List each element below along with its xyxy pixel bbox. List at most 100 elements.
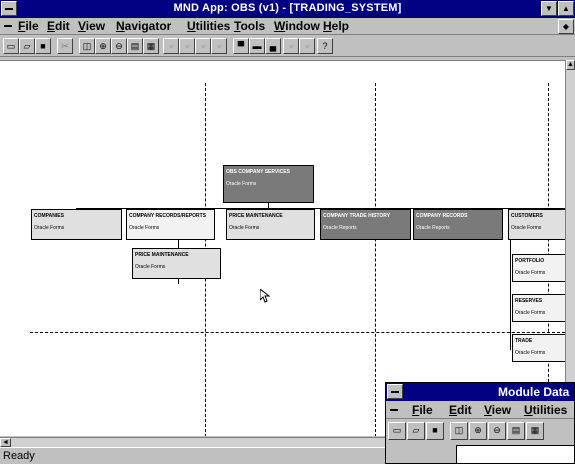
- menu-tools[interactable]: Tools: [234, 19, 265, 33]
- diagram-node[interactable]: PRICE MAINTENANCE Oracle Forms: [226, 209, 315, 240]
- zoom-icon[interactable]: ◫: [450, 422, 468, 440]
- module-menu-bar: File Edit View Utilities: [386, 401, 574, 419]
- module-menu-view[interactable]: View: [484, 403, 511, 417]
- scroll-up-arrow-icon[interactable]: ▲: [566, 60, 575, 70]
- zoom-out-icon[interactable]: ⊖: [488, 422, 506, 440]
- module-window-title-bar[interactable]: Module Data: [386, 383, 574, 401]
- help-icon[interactable]: ?: [317, 38, 333, 54]
- tool-f-icon[interactable]: ▫: [299, 38, 315, 54]
- diagram-node[interactable]: RESERVES Oracle Forms: [512, 294, 565, 322]
- align-top-icon[interactable]: ▀: [233, 38, 249, 54]
- menu-help[interactable]: Help: [323, 19, 349, 33]
- diagram-node[interactable]: COMPANY RECORDS Oracle Reports: [413, 209, 503, 240]
- maximize-button[interactable]: ▲: [558, 1, 574, 16]
- diagram-node[interactable]: CUSTOMERS Oracle Forms: [508, 209, 565, 240]
- tool-c-icon[interactable]: ▫: [195, 38, 211, 54]
- module-system-menu-button[interactable]: [387, 384, 403, 399]
- connector: [178, 240, 179, 248]
- module-data-window[interactable]: Module Data File Edit View Utilities ▭ ▱…: [385, 382, 575, 464]
- node-subtitle: Oracle Forms: [226, 181, 257, 187]
- node-title: PORTFOLIO: [515, 258, 545, 264]
- connector: [178, 279, 179, 284]
- menu-window[interactable]: Window: [274, 19, 320, 33]
- menu-navigator[interactable]: Navigator: [116, 19, 171, 33]
- node-title: CUSTOMERS: [511, 213, 543, 219]
- module-menu-edit[interactable]: Edit: [449, 403, 472, 417]
- node-subtitle: Oracle Forms: [135, 264, 166, 270]
- menu-bar: File Edit View Navigator Utilities Tools…: [0, 18, 575, 35]
- cut-icon[interactable]: ✂: [57, 38, 73, 54]
- document-menu-icon[interactable]: [2, 20, 14, 32]
- page-break-vertical: [375, 83, 376, 436]
- module-window-title: Module Data: [498, 385, 570, 399]
- node-title: COMPANY RECORDS/REPORTS: [129, 213, 207, 219]
- node-subtitle: Oracle Reports: [416, 225, 450, 231]
- node-title: COMPANY TRADE HISTORY: [323, 213, 391, 219]
- page-break-horizontal: [30, 332, 565, 333]
- module-toolbar: ▭ ▱ ■ ◫ ⊕ ⊖ ▤ ▦: [386, 419, 574, 441]
- menu-utilities[interactable]: Utilities: [187, 19, 230, 33]
- tool-e-icon[interactable]: ▫: [283, 38, 299, 54]
- module-menu-utilities[interactable]: Utilities: [524, 403, 567, 417]
- diagram-node[interactable]: TRADE Oracle Forms: [512, 334, 565, 362]
- connector: [510, 240, 511, 350]
- open-icon[interactable]: ▱: [407, 422, 425, 440]
- node-title: PRICE MAINTENANCE: [229, 213, 283, 219]
- node-title: TRADE: [515, 338, 533, 344]
- align-bottom-icon[interactable]: ▄: [265, 38, 281, 54]
- scroll-left-arrow-icon[interactable]: ◄: [0, 438, 11, 447]
- grid-icon[interactable]: ▦: [143, 38, 159, 54]
- menu-file[interactable]: File: [18, 19, 39, 33]
- diagram-node[interactable]: PRICE MAINTENANCE Oracle Forms: [132, 248, 221, 279]
- node-subtitle: Oracle Forms: [511, 225, 542, 231]
- diagram-canvas[interactable]: OBS COMPANY SERVICES Oracle Forms COMPAN…: [0, 60, 565, 436]
- grid-icon[interactable]: ▦: [526, 422, 544, 440]
- node-title: PRICE MAINTENANCE: [135, 252, 189, 258]
- node-title: OBS COMPANY SERVICES: [226, 169, 290, 175]
- open-icon[interactable]: ▱: [19, 38, 35, 54]
- vertical-scrollbar[interactable]: ▲: [565, 60, 575, 437]
- node-subtitle: Oracle Forms: [515, 310, 546, 316]
- zoom-in-icon[interactable]: ⊕: [95, 38, 111, 54]
- node-subtitle: Oracle Forms: [34, 225, 65, 231]
- node-title: COMPANY RECORDS: [416, 213, 468, 219]
- node-title: COMPANIES: [34, 213, 64, 219]
- diagram-node[interactable]: COMPANY TRADE HISTORY Oracle Reports: [320, 209, 411, 240]
- diagram-node[interactable]: PORTFOLIO Oracle Forms: [512, 254, 565, 282]
- module-document-menu-icon[interactable]: [388, 404, 400, 416]
- node-subtitle: Oracle Reports: [323, 225, 357, 231]
- tool-a-icon[interactable]: ▫: [163, 38, 179, 54]
- fit-icon[interactable]: ▤: [127, 38, 143, 54]
- save-icon[interactable]: ■: [426, 422, 444, 440]
- node-title: RESERVES: [515, 298, 543, 304]
- status-text: Ready: [3, 450, 35, 462]
- node-subtitle: Oracle Forms: [515, 350, 546, 356]
- window-title: MND App: OBS (v1) - [TRADING_SYSTEM]: [173, 2, 402, 14]
- tool-b-icon[interactable]: ▫: [179, 38, 195, 54]
- new-icon[interactable]: ▭: [3, 38, 19, 54]
- new-icon[interactable]: ▭: [388, 422, 406, 440]
- save-icon[interactable]: ■: [35, 38, 51, 54]
- node-subtitle: Oracle Forms: [229, 225, 260, 231]
- mouse-cursor-icon: [260, 289, 270, 303]
- tool-d-icon[interactable]: ▫: [211, 38, 227, 54]
- zoom-in-icon[interactable]: ⊕: [469, 422, 487, 440]
- fit-icon[interactable]: ▤: [507, 422, 525, 440]
- menu-view[interactable]: View: [78, 19, 105, 33]
- menu-edit[interactable]: Edit: [47, 19, 70, 33]
- module-content-area[interactable]: [456, 445, 574, 463]
- horizontal-scrollbar[interactable]: ◄: [0, 437, 390, 447]
- zoom-icon[interactable]: ◫: [79, 38, 95, 54]
- node-subtitle: Oracle Forms: [515, 270, 546, 276]
- restore-button[interactable]: ◆: [558, 19, 574, 34]
- node-subtitle: Oracle Forms: [129, 225, 160, 231]
- diagram-node[interactable]: COMPANY RECORDS/REPORTS Oracle Forms: [126, 209, 215, 240]
- toolbar: ▭ ▱ ■ ✂ ◫ ⊕ ⊖ ▤ ▦ ▫ ▫ ▫ ▫ ▀ ▬ ▄ ▫ ▫ ?: [0, 35, 575, 57]
- minimize-button[interactable]: ▼: [541, 1, 557, 16]
- zoom-out-icon[interactable]: ⊖: [111, 38, 127, 54]
- title-bar: MND App: OBS (v1) - [TRADING_SYSTEM] ▼ ▲: [0, 0, 575, 18]
- diagram-root-node[interactable]: OBS COMPANY SERVICES Oracle Forms: [223, 165, 314, 203]
- align-middle-icon[interactable]: ▬: [249, 38, 265, 54]
- module-menu-file[interactable]: File: [412, 403, 433, 417]
- diagram-node[interactable]: COMPANIES Oracle Forms: [31, 209, 122, 240]
